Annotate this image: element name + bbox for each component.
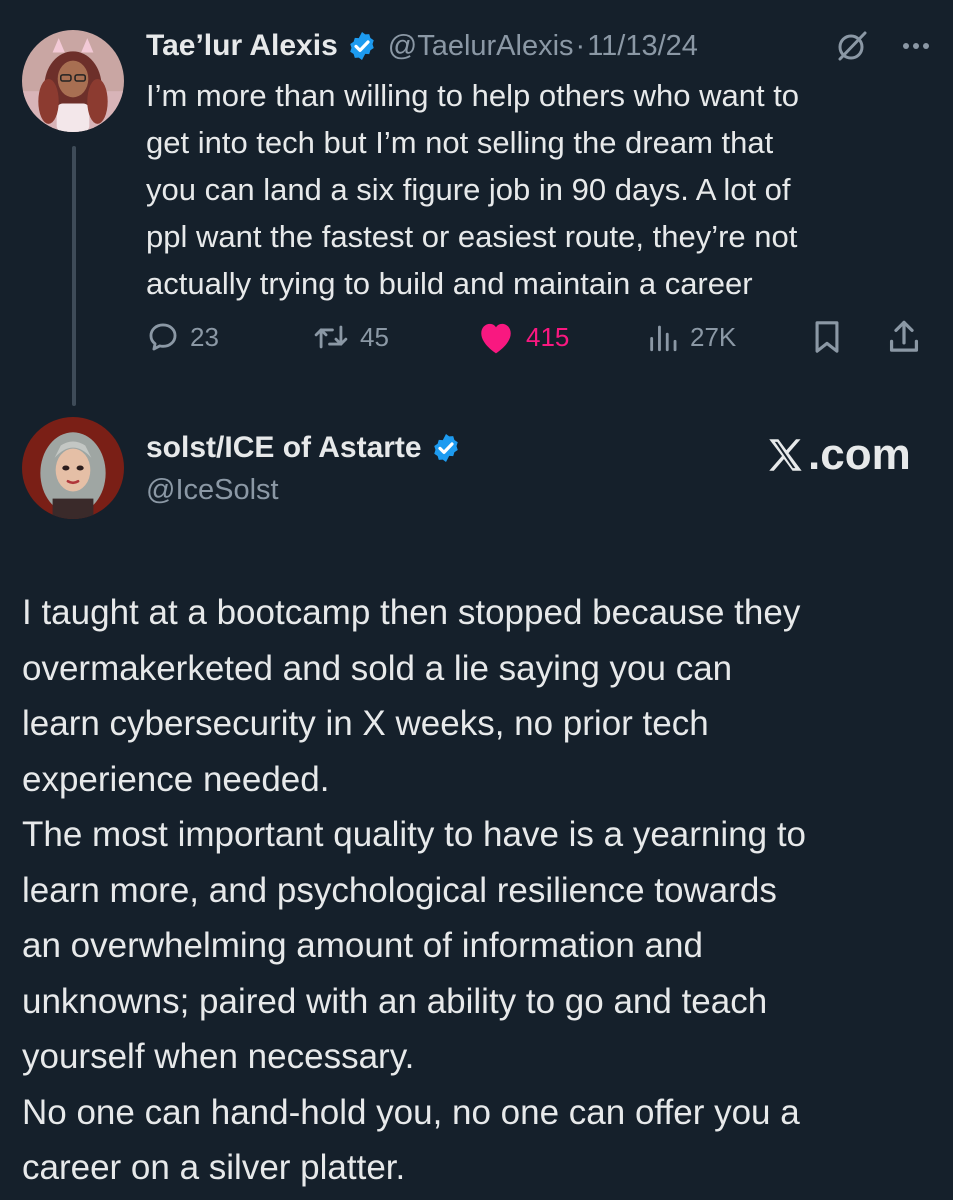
tweet-text-line: actually trying to build and maintain a … xyxy=(146,266,753,301)
heart-icon xyxy=(481,323,511,354)
tweet-text-line: learn more, and psychological resilience… xyxy=(22,870,777,910)
share-icon xyxy=(889,320,919,352)
author-handle[interactable]: @TaelurAlexis xyxy=(388,30,574,63)
tweet-text-line: get into tech but I’m not selling the dr… xyxy=(146,125,774,160)
tweet-text-line: an overwhelming amount of information an… xyxy=(22,926,703,965)
tweet-text-line: I taught at a bootcamp then stopped beca… xyxy=(22,593,801,632)
reply-count: 23 xyxy=(190,321,219,352)
x-logo-icon xyxy=(769,439,802,471)
repost-icon xyxy=(314,325,348,349)
avatar[interactable] xyxy=(22,30,124,132)
verified-badge-icon xyxy=(346,30,378,62)
tweet-text-line: you can land a six figure job in 90 days… xyxy=(146,172,791,207)
tweet-text-line: The most important quality to have is a … xyxy=(22,815,807,854)
thread-connector-line xyxy=(72,146,76,406)
verified-badge-icon xyxy=(430,432,462,464)
tweet-action-bar: 23 45 415 27K xyxy=(146,312,936,362)
tweet-text-line: yourself when necessary. xyxy=(22,1037,415,1076)
more-icon[interactable] xyxy=(898,32,934,60)
tweet-text: I taught at a bootcamp then stopped beca… xyxy=(22,585,942,1196)
tweet-text-line: unknowns; paired with an ability to go a… xyxy=(22,981,768,1021)
reply-icon xyxy=(149,323,177,351)
share-button[interactable] xyxy=(886,312,922,362)
separator-dot: · xyxy=(575,29,586,62)
x-com-watermark: .com xyxy=(764,430,911,480)
tweet-text: I’m more than willing to help others who… xyxy=(146,72,936,307)
reply-button[interactable]: 23 xyxy=(146,312,219,362)
tweet-date[interactable]: 11/13/24 xyxy=(587,30,698,63)
like-count: 415 xyxy=(526,321,570,352)
avatar[interactable] xyxy=(22,417,124,519)
views-button[interactable]: 27K xyxy=(646,312,736,362)
avatar-illustration-solst xyxy=(22,417,124,519)
repost-count: 45 xyxy=(360,321,389,352)
like-button[interactable]: 415 xyxy=(476,312,569,362)
views-icon xyxy=(650,325,677,352)
views-count: 27K xyxy=(690,321,737,352)
tweet-text-line: ppl want the fastest or easiest route, t… xyxy=(146,219,798,254)
tweet-text-line: experience needed. xyxy=(22,759,330,799)
tweet-text-line: No one can hand-hold you, no one can off… xyxy=(22,1092,800,1132)
avatar-illustration-taelur xyxy=(22,30,124,132)
tweet-header: Tae’lur Alexis @TaelurAlexis · 11/13/24 xyxy=(146,24,936,68)
author-handle[interactable]: @IceSolst xyxy=(146,474,746,507)
tweet-text-line: learn cybersecurity in X weeks, no prior… xyxy=(22,704,709,743)
author-name[interactable]: Tae’lur Alexis xyxy=(146,29,338,63)
tweet-text-line: overmakerketed and sold a lie saying you… xyxy=(22,648,733,688)
tweet-text-line: career on a silver platter. xyxy=(22,1148,406,1187)
x-com-text: .com xyxy=(808,430,911,479)
tweet-header: solst/ICE of Astarte @IceSolst xyxy=(146,426,746,507)
tweet-text-line: I’m more than willing to help others who… xyxy=(146,78,800,113)
repost-button[interactable]: 45 xyxy=(312,312,389,362)
grok-icon[interactable] xyxy=(836,30,868,62)
bookmark-icon xyxy=(815,321,839,353)
bookmark-button[interactable] xyxy=(810,312,844,362)
author-name[interactable]: solst/ICE of Astarte xyxy=(146,431,422,465)
